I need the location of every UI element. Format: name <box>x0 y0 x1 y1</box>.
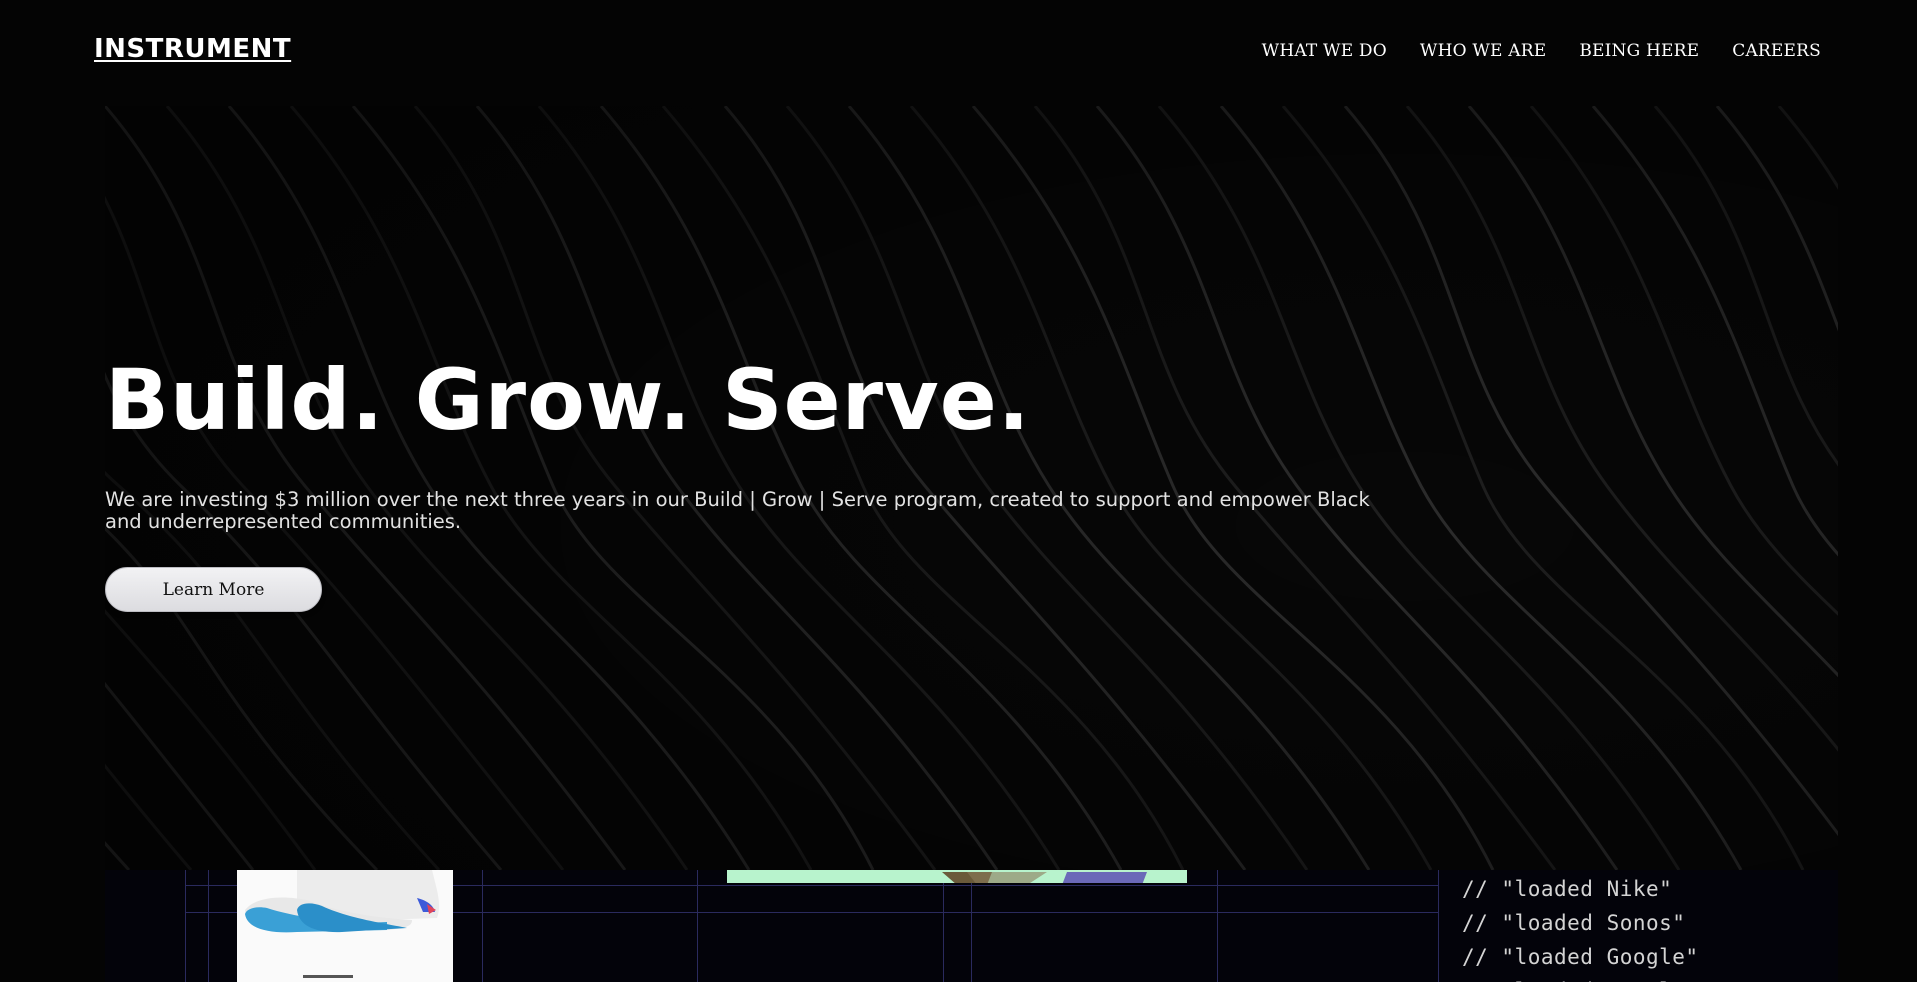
nav-what-we-do[interactable]: WHAT WE DO <box>1262 41 1387 61</box>
code-line: // "loaded Nike" <box>1462 877 1673 901</box>
nav-being-here[interactable]: BEING HERE <box>1579 41 1699 61</box>
sneaker-image <box>245 870 440 978</box>
grid-line <box>185 870 186 982</box>
sneaker-product-card <box>237 870 453 982</box>
code-line: // "loaded Google" <box>1462 945 1699 969</box>
grid-line <box>482 870 483 982</box>
hero-section: Build. Grow. Serve. We are investing $3 … <box>105 106 1838 870</box>
work-showcase: // "loaded Nike" // "loaded Sonos" // "loa… <box>105 870 1838 982</box>
nav-who-we-are[interactable]: WHO WE ARE <box>1420 41 1546 61</box>
code-console: // "loaded Nike" // "loaded Sonos" // "loa… <box>1462 872 1699 982</box>
main-nav: WHAT WE DO WHO WE ARE BEING HERE CAREERS <box>1262 41 1821 61</box>
grid-line <box>208 870 209 982</box>
hero-description: We are investing $3 million over the nex… <box>105 488 1370 533</box>
grid-line <box>1438 870 1439 982</box>
grid-line <box>697 870 698 982</box>
grid-line <box>971 870 972 982</box>
learn-more-button[interactable]: Learn More <box>105 567 322 612</box>
green-banner <box>727 870 1187 883</box>
code-line: // "loaded Intel" <box>1462 974 1699 982</box>
code-line: // "loaded Sonos" <box>1462 911 1686 935</box>
nav-careers[interactable]: CAREERS <box>1732 41 1821 61</box>
logo[interactable]: INSTRUMENT <box>94 34 291 64</box>
grid-line <box>1217 870 1218 982</box>
hero-title: Build. Grow. Serve. <box>105 351 1031 449</box>
grid-line <box>943 870 944 982</box>
site-header: INSTRUMENT WHAT WE DO WHO WE ARE BEING H… <box>0 0 1917 105</box>
